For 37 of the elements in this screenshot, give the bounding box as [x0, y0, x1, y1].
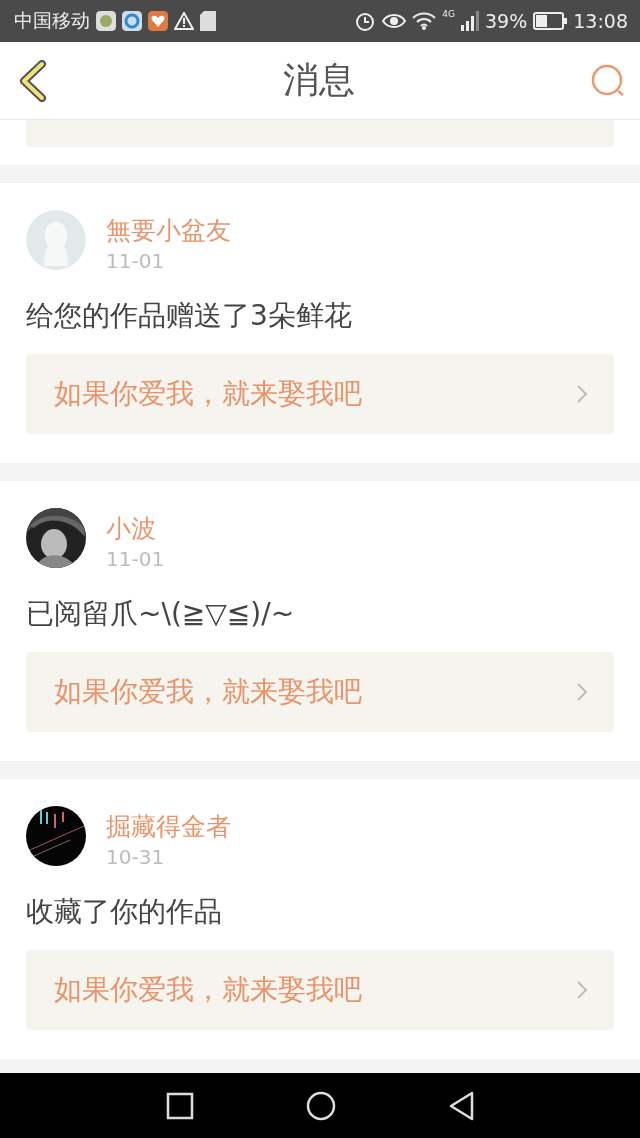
- message-text: 已阅留爪~\(≧▽≦)/~: [26, 597, 296, 631]
- work-title: 如果你爱我，就来娶我吧: [54, 376, 362, 412]
- wifi-icon: [412, 12, 437, 30]
- message-date: 10-31: [106, 844, 166, 870]
- recent-apps-button[interactable]: [166, 1091, 194, 1120]
- chevron-right-icon: [576, 682, 588, 702]
- network-type: 4G: [442, 9, 455, 19]
- clock-time: 13:08: [573, 10, 628, 32]
- signal-icon: [461, 11, 479, 31]
- user-name[interactable]: 掘藏得金者: [106, 810, 231, 844]
- work-title: 如果你爱我，就来娶我吧: [54, 674, 362, 710]
- battery-percentage: 39%: [485, 10, 528, 32]
- message-date: 11-01: [106, 248, 166, 274]
- user-name[interactable]: 無要小盆友: [106, 214, 231, 248]
- page-title: 消息: [283, 58, 355, 102]
- quote-card[interactable]: 如果你爱我，就来娶我吧: [26, 950, 614, 1030]
- back-nav-button[interactable]: [448, 1090, 474, 1121]
- eye-icon: [382, 13, 407, 29]
- home-button[interactable]: [306, 1090, 336, 1121]
- quote-card[interactable]: 如果你爱我，就来娶我吧: [26, 652, 614, 732]
- avatar-placeholder-icon: [26, 210, 86, 270]
- carrier-name: 中国移动: [14, 8, 90, 33]
- message-text: 给您的作品赠送了3朵鲜花: [26, 299, 353, 333]
- message-date: 11-01: [106, 546, 165, 572]
- battery-icon: [533, 12, 568, 30]
- sd-card-icon: [200, 11, 216, 31]
- quote-card[interactable]: 如果你爱我，就来娶我吧: [26, 354, 614, 434]
- message-text: 收藏了你的作品: [26, 895, 223, 929]
- app-notification-icon: [122, 11, 142, 31]
- warning-icon: [174, 12, 194, 30]
- user-name[interactable]: 小波: [106, 512, 165, 546]
- app-notification-icon: [96, 11, 116, 31]
- chevron-right-icon: [576, 980, 588, 1000]
- alarm-icon: [354, 10, 377, 32]
- work-title: 如果你爱我，就来娶我吧: [54, 972, 362, 1008]
- back-button[interactable]: [18, 59, 48, 102]
- chevron-right-icon: [576, 384, 588, 404]
